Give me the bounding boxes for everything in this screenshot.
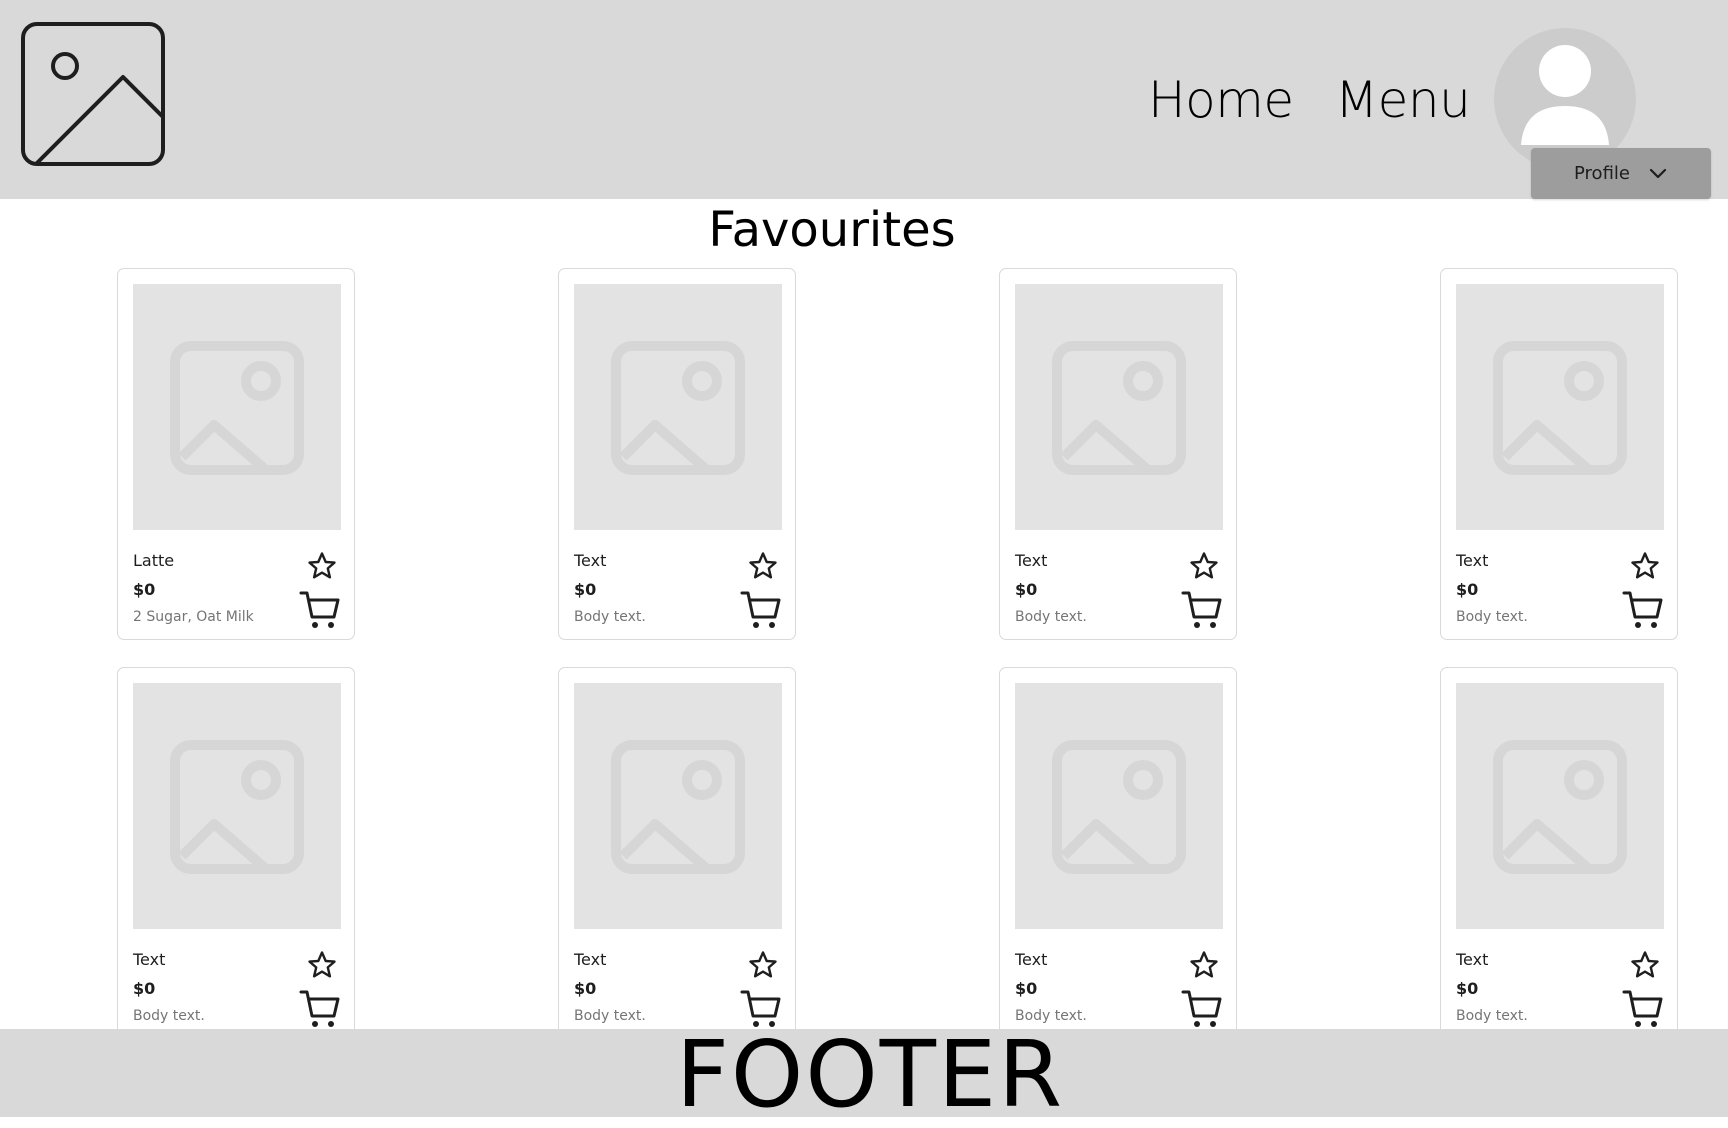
product-title: Text [1456,950,1489,969]
product-title: Text [1015,551,1048,570]
image-placeholder-icon [1052,740,1186,874]
product-price: $0 [1456,580,1479,599]
product-description: 2 Sugar, Oat Milk [133,609,254,625]
product-card[interactable]: Text $0 Body text. [999,667,1237,1039]
product-image [1456,284,1664,530]
product-title: Text [574,551,607,570]
nav-home-link[interactable]: Home [1148,70,1294,130]
product-card[interactable]: Text $0 Body text. [558,667,796,1039]
star-icon[interactable] [748,551,778,581]
product-price: $0 [133,580,156,599]
star-icon[interactable] [748,950,778,980]
star-icon[interactable] [1630,950,1660,980]
product-description: Body text. [574,609,646,625]
product-price: $0 [574,979,597,998]
image-placeholder-icon [1052,341,1186,475]
footer-label: FOOTER [676,1021,1064,1128]
product-card[interactable]: Latte $0 2 Sugar, Oat Milk [117,268,355,640]
product-card[interactable]: Text $0 Body text. [117,667,355,1039]
product-image [1456,683,1664,929]
cart-icon[interactable] [1622,589,1664,631]
product-card[interactable]: Text $0 Body text. [1440,268,1678,640]
image-placeholder-icon [170,740,304,874]
product-card[interactable]: Text $0 Body text. [558,268,796,640]
product-title: Text [133,950,166,969]
product-description: Body text. [574,1008,646,1024]
product-image [133,284,341,530]
product-image [1015,683,1223,929]
product-description: Body text. [1456,609,1528,625]
logo-image-icon[interactable] [20,21,166,167]
product-price: $0 [1015,580,1038,599]
product-image [574,284,782,530]
product-price: $0 [574,580,597,599]
product-card[interactable]: Text $0 Body text. [999,268,1237,640]
cart-icon[interactable] [1181,988,1223,1030]
cart-icon[interactable] [1622,988,1664,1030]
product-description: Body text. [133,1008,205,1024]
cart-icon[interactable] [299,589,341,631]
star-icon[interactable] [1189,950,1219,980]
cart-icon[interactable] [740,589,782,631]
product-image [1015,284,1223,530]
cart-icon[interactable] [299,988,341,1030]
product-card[interactable]: Text $0 Body text. [1440,667,1678,1039]
profile-dropdown-button[interactable]: Profile [1531,148,1711,199]
star-icon[interactable] [307,551,337,581]
product-title: Text [1015,950,1048,969]
image-placeholder-icon [1493,740,1627,874]
image-placeholder-icon [611,740,745,874]
product-price: $0 [1015,979,1038,998]
image-placeholder-icon [1493,341,1627,475]
star-icon[interactable] [307,950,337,980]
star-icon[interactable] [1189,551,1219,581]
page-title: Favourites [708,202,956,258]
chevron-down-icon [1649,168,1667,178]
product-title: Text [574,950,607,969]
product-description: Body text. [1456,1008,1528,1024]
product-title: Latte [133,551,175,570]
profile-label: Profile [1574,163,1630,184]
product-price: $0 [133,979,156,998]
nav-menu-link[interactable]: Menu [1335,70,1471,130]
product-image [133,683,341,929]
product-price: $0 [1456,979,1479,998]
product-description: Body text. [1015,609,1087,625]
footer: FOOTER [0,1025,1728,1125]
image-placeholder-icon [611,341,745,475]
header: Home Menu Profile [0,0,1728,199]
image-placeholder-icon [170,341,304,475]
product-title: Text [1456,551,1489,570]
cart-icon[interactable] [1181,589,1223,631]
product-image [574,683,782,929]
star-icon[interactable] [1630,551,1660,581]
